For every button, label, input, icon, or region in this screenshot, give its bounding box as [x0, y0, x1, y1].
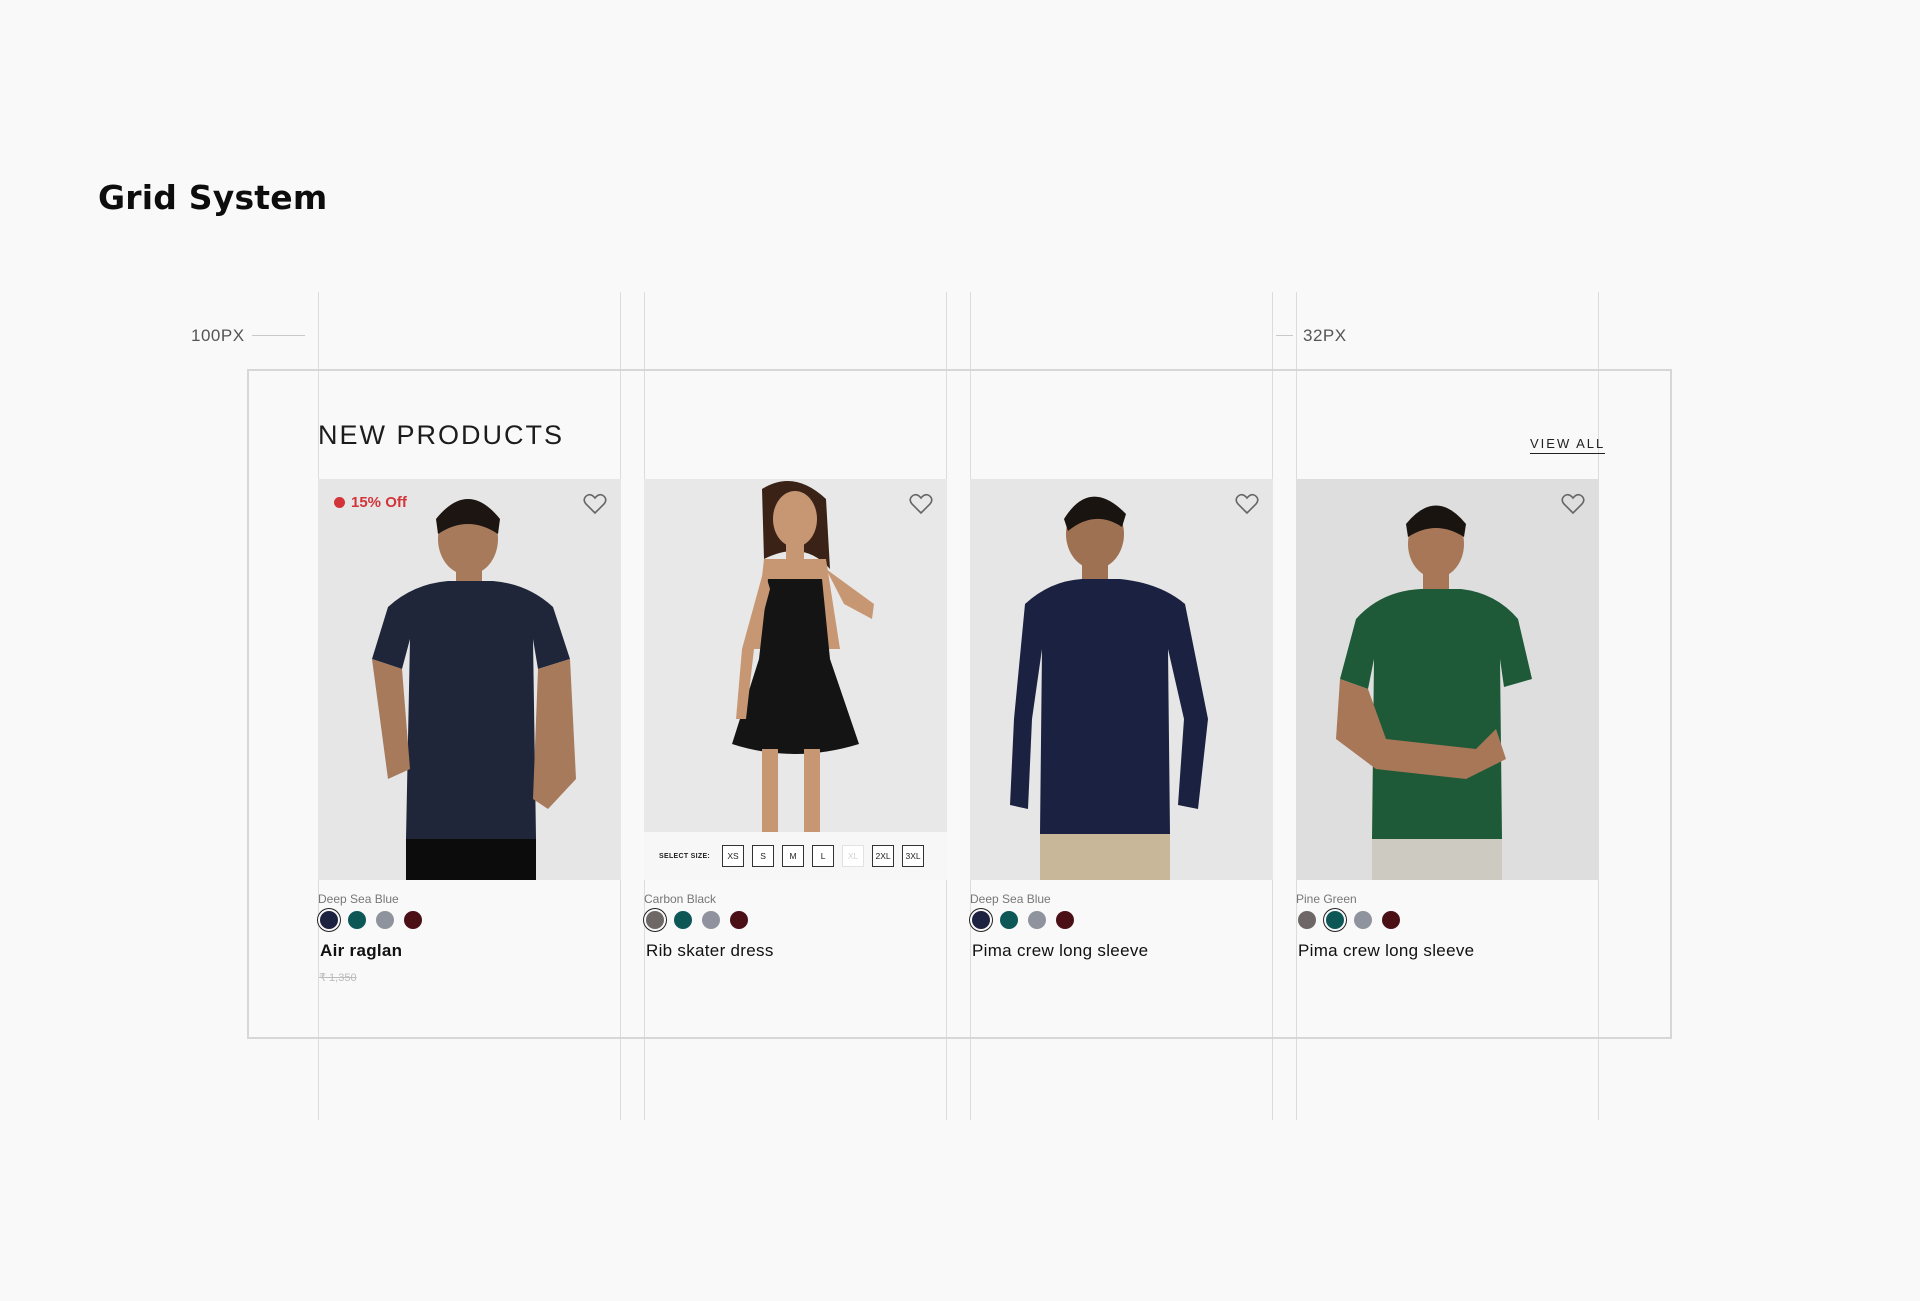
color-swatch[interactable] — [1000, 911, 1018, 929]
color-swatch[interactable] — [730, 911, 748, 929]
color-swatches — [320, 911, 422, 929]
view-all-link[interactable]: VIEW ALL — [1530, 436, 1606, 454]
discount-icon — [334, 497, 345, 508]
product-color-name: Deep Sea Blue — [970, 892, 1051, 906]
color-swatch[interactable] — [1298, 911, 1316, 929]
size-selector: SELECT SIZE: XS S M L XL 2XL 3XL — [644, 832, 947, 880]
size-option-2xl[interactable]: 2XL — [872, 845, 895, 867]
product-name[interactable]: Pima crew long sleeve — [1298, 941, 1474, 961]
color-swatch[interactable] — [1326, 911, 1344, 929]
heart-icon[interactable] — [583, 493, 607, 515]
product-card[interactable]: 15% Off Deep Sea Blue Air raglan ₹ 1,350 — [318, 479, 621, 999]
heart-icon[interactable] — [1561, 493, 1585, 515]
product-name[interactable]: Air raglan — [320, 941, 402, 961]
color-swatch[interactable] — [1382, 911, 1400, 929]
product-name[interactable]: Pima crew long sleeve — [972, 941, 1148, 961]
size-option-xl: XL — [842, 845, 865, 867]
section-title: NEW PRODUCTS — [318, 420, 564, 450]
size-option-l[interactable]: L — [812, 845, 835, 867]
product-card[interactable]: Deep Sea Blue Pima crew long sleeve — [970, 479, 1273, 999]
size-option-m[interactable]: M — [782, 845, 805, 867]
heart-icon[interactable] — [1235, 493, 1259, 515]
color-swatch[interactable] — [376, 911, 394, 929]
discount-badge-label: 15% Off — [351, 494, 407, 511]
margin-annotation-line — [252, 335, 305, 336]
model-figure-longsleeve — [970, 479, 1273, 880]
model-figure-tshirt — [318, 479, 621, 880]
size-option-xs[interactable]: XS — [722, 845, 745, 867]
color-swatch[interactable] — [646, 911, 664, 929]
margin-annotation: 100PX — [191, 326, 245, 345]
model-figure-dress — [644, 479, 947, 880]
color-swatch[interactable] — [320, 911, 338, 929]
color-swatch[interactable] — [702, 911, 720, 929]
color-swatch[interactable] — [404, 911, 422, 929]
color-swatch[interactable] — [348, 911, 366, 929]
size-selector-label: SELECT SIZE: — [659, 852, 711, 860]
gutter-annotation: 32PX — [1303, 326, 1347, 345]
product-color-name: Carbon Black — [644, 892, 717, 906]
product-color-name: Deep Sea Blue — [318, 892, 399, 906]
color-swatch[interactable] — [972, 911, 990, 929]
product-color-name: Pine Green — [1296, 892, 1357, 906]
color-swatches — [1298, 911, 1400, 929]
color-swatches — [972, 911, 1074, 929]
product-price: ₹ 1,350 — [319, 972, 357, 984]
heart-icon[interactable] — [909, 493, 933, 515]
product-card[interactable]: SELECT SIZE: XS S M L XL 2XL 3XL Carbon … — [644, 479, 947, 999]
gutter-annotation-line — [1276, 335, 1293, 336]
color-swatches — [646, 911, 748, 929]
product-image[interactable]: SELECT SIZE: XS S M L XL 2XL 3XL — [644, 479, 947, 880]
color-swatch[interactable] — [1028, 911, 1046, 929]
product-image[interactable]: 15% Off — [318, 479, 621, 880]
discount-badge: 15% Off — [334, 494, 407, 511]
product-card[interactable]: Pine Green Pima crew long sleeve — [1296, 479, 1599, 999]
color-swatch[interactable] — [674, 911, 692, 929]
product-image[interactable] — [1296, 479, 1599, 880]
color-swatch[interactable] — [1056, 911, 1074, 929]
size-option-3xl[interactable]: 3XL — [902, 845, 925, 867]
product-image[interactable] — [970, 479, 1273, 880]
size-option-s[interactable]: S — [752, 845, 775, 867]
page-title: Grid System — [98, 178, 328, 217]
model-figure-tshirt-green — [1296, 479, 1599, 880]
color-swatch[interactable] — [1354, 911, 1372, 929]
product-name[interactable]: Rib skater dress — [646, 941, 774, 961]
